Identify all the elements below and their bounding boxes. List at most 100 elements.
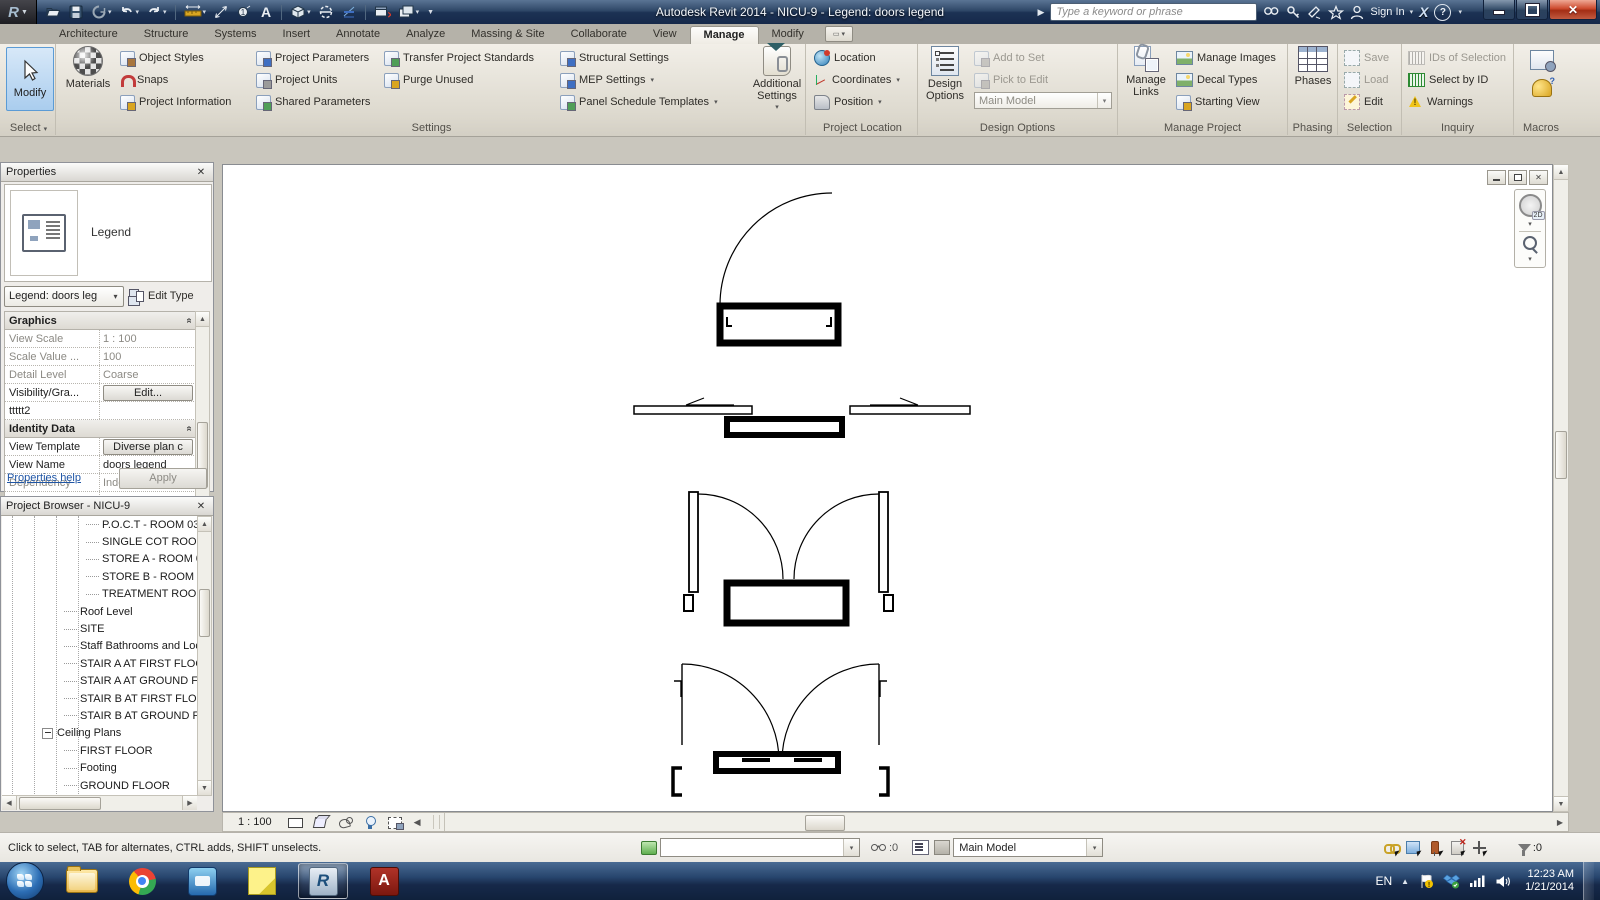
text-button[interactable]: A <box>256 2 276 22</box>
taskbar-clock[interactable]: 12:23 AM 1/21/2014 <box>1525 868 1574 894</box>
select-links-icon[interactable] <box>1381 839 1401 857</box>
measure-button[interactable]: ▾ <box>181 2 210 22</box>
section-header-graphics[interactable]: Graphics « <box>5 312 196 330</box>
collapse-left-icon[interactable]: ◀ <box>414 817 421 828</box>
collapse-section-icon[interactable]: « <box>184 318 195 324</box>
active-only-icon[interactable] <box>932 839 952 857</box>
edit-type-button[interactable]: Edit Type <box>129 289 194 303</box>
scrollbar-thumb[interactable] <box>1555 431 1567 479</box>
browser-item-footing[interactable]: Footing <box>2 759 197 776</box>
ribbon-display-toggle[interactable]: ▭ ▾ <box>824 26 853 42</box>
panel-label-select[interactable]: Select ▾ <box>2 122 55 134</box>
tab-analyze[interactable]: Analyze <box>393 26 458 44</box>
browser-item-single-cot-room[interactable]: SINGLE COT ROOM - <box>2 533 197 550</box>
project-parameters-button[interactable]: Project Parameters <box>256 48 369 68</box>
worksets-icon[interactable] <box>639 839 659 857</box>
scrollbar-thumb[interactable] <box>804 815 845 831</box>
close-icon[interactable]: ✕ <box>194 499 208 513</box>
browser-item-p-o-c-t-room-030a[interactable]: P.O.C.T - ROOM 030A <box>2 516 197 533</box>
communication-center-icon[interactable] <box>1307 5 1322 20</box>
filter-group[interactable]: :0 <box>1517 842 1542 856</box>
browser-item-stair-b-at-ground-flo[interactable]: STAIR B AT GROUND FLO <box>2 707 197 724</box>
apply-button[interactable]: Apply <box>119 467 207 489</box>
select-by-face-icon[interactable] <box>1447 837 1467 857</box>
manage-links-button[interactable]: Manage Links <box>1122 46 1170 98</box>
zoom-tool-icon[interactable] <box>1522 235 1539 252</box>
phases-button[interactable]: Phases <box>1292 46 1334 87</box>
browser-item-ground-floor[interactable]: GROUND FLOOR <box>2 777 197 794</box>
subscription-key-icon[interactable] <box>1286 5 1301 20</box>
view-restore-button[interactable] <box>1508 170 1527 185</box>
type-selector-combobox[interactable]: Legend: doors leg ▾ <box>4 285 124 307</box>
property-value[interactable]: 1 : 100 <box>100 333 196 345</box>
view-close-button[interactable]: ✕ <box>1529 170 1548 185</box>
infocenter-expander-icon[interactable]: ▶ <box>1037 7 1044 18</box>
browser-item-treatment-room[interactable]: TREATMENT ROOM - <box>2 586 197 603</box>
aligned-dimension-button[interactable] <box>210 2 232 22</box>
snaps-button[interactable]: Snaps <box>120 70 168 90</box>
location-button[interactable]: Location <box>814 48 876 68</box>
scroll-up-icon[interactable]: ▲ <box>196 312 209 327</box>
favorites-star-icon[interactable] <box>1328 4 1345 20</box>
dropbox-icon[interactable] <box>1443 873 1461 889</box>
switch-windows-button[interactable]: ▾ <box>395 2 423 22</box>
start-button[interactable] <box>6 862 44 900</box>
network-signal-icon[interactable] <box>1469 874 1486 888</box>
view-minimize-button[interactable] <box>1487 170 1506 185</box>
manage-images-button[interactable]: Manage Images <box>1176 48 1276 68</box>
taskbar-media-app-button[interactable] <box>178 864 226 898</box>
workset-combobox[interactable]: ▾ <box>660 838 860 857</box>
language-indicator[interactable]: EN <box>1375 874 1392 888</box>
browser-item-stair-b-at-first-floor[interactable]: STAIR B AT FIRST FLOOR <box>2 690 197 707</box>
transfer-project-standards-button[interactable]: Transfer Project Standards <box>384 48 534 68</box>
selection-edit-button[interactable]: Edit <box>1344 92 1383 112</box>
splitter-grip[interactable] <box>432 815 440 829</box>
tab-structure[interactable]: Structure <box>131 26 202 44</box>
browser-item-store-a-room-02[interactable]: STORE A - ROOM 02 <box>2 551 197 568</box>
browser-item-staff-bathrooms-and-lock[interactable]: Staff Bathrooms and Lock <box>2 638 197 655</box>
coordinates-button[interactable]: Coordinates ▾ <box>814 70 900 90</box>
scroll-left-icon[interactable]: ◀ <box>2 796 17 810</box>
reveal-hidden-elements-icon[interactable] <box>362 815 379 830</box>
close-hidden-windows-button[interactable]: ✕ <box>371 2 394 22</box>
materials-button[interactable]: Materials <box>62 46 114 90</box>
project-information-button[interactable]: Project Information <box>120 92 231 112</box>
help-icon[interactable]: ? <box>1434 3 1452 21</box>
modify-button[interactable]: Modify <box>6 47 54 111</box>
scroll-up-icon[interactable]: ▲ <box>198 517 211 532</box>
design-option-status-combobox[interactable]: Main Model ▾ <box>953 838 1104 857</box>
door-symbol-single-swing[interactable] <box>716 192 842 347</box>
properties-header[interactable]: Properties ✕ <box>1 163 213 182</box>
taskbar-adobe-button[interactable]: A <box>360 864 408 898</box>
select-underlay-icon[interactable] <box>1403 839 1423 857</box>
chevron-down-icon[interactable]: ▾ <box>1528 220 1532 228</box>
door-symbol-double-swing[interactable] <box>683 491 894 627</box>
canvas-horizontal-scrollbar[interactable]: ▶ <box>443 813 1568 831</box>
tab-view[interactable]: View <box>640 26 690 44</box>
section-header-identity-data[interactable]: Identity Data « <box>5 420 196 438</box>
door-symbol-double-swing-frame[interactable] <box>671 663 890 797</box>
application-menu-button[interactable]: R ▼ <box>0 0 37 24</box>
tree-collapse-icon[interactable] <box>42 727 53 739</box>
mep-settings-button[interactable]: MEP Settings ▾ <box>560 70 654 90</box>
browser-item-first-floor[interactable]: FIRST FLOOR <box>2 742 197 759</box>
object-styles-button[interactable]: Object Styles <box>120 48 204 68</box>
additional-settings-button[interactable]: Additional Settings ▾ <box>750 43 804 114</box>
property-value[interactable]: 100 <box>100 351 196 363</box>
save-button[interactable] <box>65 2 87 22</box>
purge-unused-button[interactable]: Purge Unused <box>384 70 473 90</box>
minimize-button[interactable] <box>1483 0 1515 20</box>
structural-settings-button[interactable]: Structural Settings <box>560 48 669 68</box>
browser-item-roof-level[interactable]: Roof Level <box>2 603 197 620</box>
detail-level-icon[interactable] <box>287 815 304 830</box>
scroll-up-icon[interactable]: ▲ <box>1554 165 1568 180</box>
property-value[interactable]: Coarse <box>100 369 196 381</box>
tab-collaborate[interactable]: Collaborate <box>558 26 640 44</box>
drag-on-selection-icon[interactable] <box>1469 839 1489 857</box>
crop-view-icon[interactable] <box>387 815 404 830</box>
taskbar-explorer-button[interactable] <box>58 864 106 898</box>
close-icon[interactable]: ✕ <box>194 165 208 179</box>
tab-architecture[interactable]: Architecture <box>46 26 131 44</box>
close-button[interactable]: ✕ <box>1549 0 1597 20</box>
taskbar-sticky-notes-button[interactable] <box>238 864 286 898</box>
